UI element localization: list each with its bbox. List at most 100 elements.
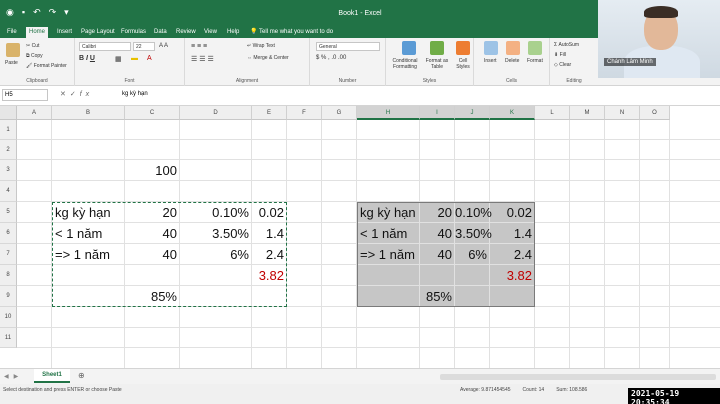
borders-icon[interactable]: ▦ [115,55,122,63]
name-box[interactable]: H5 [2,89,48,101]
delete-button[interactable]: Delete [505,58,519,64]
cell-e5[interactable]: 0.02 [252,202,284,223]
column-header-f[interactable]: F [287,106,322,120]
insert-cells-icon[interactable] [484,41,498,55]
row-header-6[interactable]: 6 [0,223,17,244]
wrap-text-button[interactable]: ↵ Wrap Text [247,43,275,49]
column-header-e[interactable]: E [252,106,287,120]
tab-insert[interactable]: Insert [54,27,75,38]
column-header-o[interactable]: O [640,106,670,120]
format-painter-button[interactable]: 🖌 Format Painter [26,63,67,69]
column-header-h[interactable]: H [357,106,420,120]
cell-h7[interactable]: => 1 năm [360,244,415,265]
cell-c9[interactable]: 85% [125,286,177,307]
font-size-buttons[interactable]: A A [159,43,168,49]
tab-help[interactable]: Help [224,27,242,38]
column-header-l[interactable]: L [535,106,570,120]
format-cells-icon[interactable] [528,41,542,55]
cell-b5[interactable]: kg kỳ hạn [55,202,111,223]
cell-styles-icon[interactable] [456,41,470,55]
tab-page-layout[interactable]: Page Layout [78,27,118,38]
sheet-nav-arrows[interactable]: ◀▶ [4,373,23,380]
cell-d7[interactable]: 6% [180,244,249,265]
row-header-3[interactable]: 3 [0,160,17,181]
column-header-k[interactable]: K [490,106,535,120]
cell-e7[interactable]: 2.4 [252,244,284,265]
row-header-7[interactable]: 7 [0,244,17,265]
sheet-tab-sheet1[interactable]: Sheet1 [34,369,70,383]
number-format-buttons[interactable]: $ % , .0 .00 [316,55,346,61]
cell-i9[interactable]: 85% [420,286,452,307]
column-header-b[interactable]: B [52,106,125,120]
cut-button[interactable]: ✂ Cut [26,43,39,49]
row-header-9[interactable]: 9 [0,286,17,307]
row-header-5[interactable]: 5 [0,202,17,223]
column-header-n[interactable]: N [605,106,640,120]
paste-icon[interactable] [6,43,20,57]
fill-button[interactable]: ⬇ Fill [554,52,566,58]
horizontal-align-icons[interactable]: ☰ ☰ ☰ [191,55,214,63]
cell-k6[interactable]: 1.4 [490,223,532,244]
cell-c7[interactable]: 40 [125,244,177,265]
tab-review[interactable]: Review [173,27,199,38]
column-header-g[interactable]: G [322,106,357,120]
cell-b6[interactable]: < 1 năm [55,223,102,244]
formula-input[interactable]: kg kỳ hạn [118,89,718,101]
font-name-select[interactable]: Calibri [79,42,131,51]
row-header-8[interactable]: 8 [0,265,17,286]
cell-j6[interactable]: 3.50% [455,223,492,244]
font-color-icon[interactable]: A [147,55,152,62]
cell-e6[interactable]: 1.4 [252,223,284,244]
add-sheet-icon[interactable]: ⊕ [78,371,85,380]
tab-formulas[interactable]: Formulas [118,27,149,38]
cell-k7[interactable]: 2.4 [490,244,532,265]
fill-color-icon[interactable]: ▬ [131,55,138,62]
format-as-table-icon[interactable] [430,41,444,55]
merge-center-button[interactable]: ⇔ Merge & Center [247,55,289,61]
tab-file[interactable]: File [4,27,20,38]
cell-j5[interactable]: 0.10% [455,202,492,223]
cell-i5[interactable]: 20 [420,202,452,223]
cell-i6[interactable]: 40 [420,223,452,244]
cell-d6[interactable]: 3.50% [180,223,249,244]
cell-i7[interactable]: 40 [420,244,452,265]
formula-bar-icons[interactable]: ✕✓fx [60,90,93,98]
select-all-corner[interactable] [0,106,17,120]
bold-italic-underline-buttons[interactable]: B I U [79,55,95,62]
cell-k8[interactable]: 3.82 [490,265,532,286]
format-as-table-button[interactable]: Format as Table [424,58,450,70]
insert-button[interactable]: Insert [484,58,497,64]
format-button[interactable]: Format [527,58,543,64]
cell-d5[interactable]: 0.10% [180,202,249,223]
row-header-10[interactable]: 10 [0,307,17,328]
row-header-11[interactable]: 11 [0,328,17,348]
horizontal-scrollbar[interactable] [440,374,716,380]
copy-button[interactable]: ⧉ Copy [26,53,43,59]
column-header-c[interactable]: C [125,106,180,120]
clear-button[interactable]: ◇ Clear [554,62,571,68]
tab-data[interactable]: Data [151,27,170,38]
autosum-button[interactable]: Σ AutoSum [554,42,579,48]
worksheet-grid[interactable]: A B C D E F G H I J K L M N O 1 2 3 4 5 6 7 8 9 10 11 100 kg kỳ hạn… [0,106,720,368]
vertical-align-icons[interactable]: ≡ ≡ ≡ [191,43,207,50]
cell-b7[interactable]: => 1 năm [55,244,110,265]
paste-button[interactable]: Paste [5,60,18,66]
conditional-formatting-button[interactable]: Conditional Formatting [388,58,422,70]
row-header-1[interactable]: 1 [0,120,17,140]
cell-e8[interactable]: 3.82 [252,265,284,286]
cell-j7[interactable]: 6% [455,244,487,265]
tab-home[interactable]: Home [26,27,49,38]
cell-c3[interactable]: 100 [125,160,177,181]
tell-me-search[interactable]: 💡 Tell me what you want to do [250,27,333,38]
cell-styles-button[interactable]: Cell Styles [452,58,474,70]
cell-k5[interactable]: 0.02 [490,202,532,223]
cell-c5[interactable]: 20 [125,202,177,223]
delete-cells-icon[interactable] [506,41,520,55]
column-header-j[interactable]: J [455,106,490,120]
row-header-2[interactable]: 2 [0,140,17,160]
column-header-i[interactable]: I [420,106,455,120]
column-header-d[interactable]: D [180,106,252,120]
row-header-4[interactable]: 4 [0,181,17,202]
cell-h5[interactable]: kg kỳ hạn [360,202,416,223]
number-format-select[interactable]: General [316,42,380,51]
